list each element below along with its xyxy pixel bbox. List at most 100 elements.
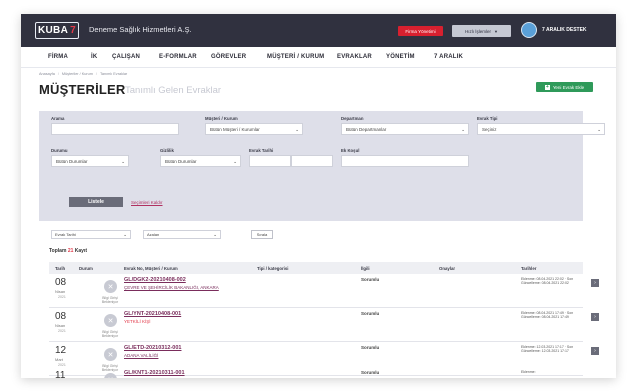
- row-detail-button[interactable]: ›: [591, 347, 599, 355]
- user-avatar[interactable]: [521, 22, 537, 38]
- breadcrumb-musteriler[interactable]: Müşteriler / Kurum: [62, 72, 93, 76]
- nav-item-gorevler[interactable]: GÖREVLER: [211, 54, 246, 60]
- durumu-select[interactable]: Bütün Durumlar ⌄: [51, 155, 129, 167]
- nav-item-7-aralik[interactable]: 7 ARALIK: [434, 54, 463, 60]
- row-doc-no-link[interactable]: GL/DGK2-20210408-002: [124, 277, 186, 283]
- row-ilgili: Sorumlu: [361, 277, 380, 282]
- total-count: Toplam 21 Kayıt: [49, 248, 87, 254]
- sort-order-select[interactable]: Azalan ⌄: [143, 230, 221, 239]
- row-status: Bilgi Girişi Bekleniyor: [101, 296, 119, 304]
- user-name[interactable]: 7 ARALIK DESTEK: [542, 27, 587, 33]
- hizli-islemler-button[interactable]: Hızlı İşlemler ▼: [452, 25, 511, 42]
- app-logo[interactable]: KUBA 7: [35, 22, 79, 39]
- durumu-select-value: Bütün Durumlar: [56, 158, 88, 164]
- app-window: KUBA 7 Deneme Sağlık Hizmetleri A.Ş. Firm…: [21, 14, 616, 378]
- row-year: 2021: [58, 363, 66, 367]
- row-detail-button[interactable]: ›: [591, 313, 599, 321]
- evrak-tarihi-start-input[interactable]: [249, 155, 291, 167]
- breadcrumb-separator: /: [95, 72, 97, 76]
- row-detail-button[interactable]: ›: [591, 279, 599, 287]
- row-month: Mart: [55, 357, 63, 362]
- row-day: 11: [55, 370, 66, 378]
- breadcrumb: Anasayfa / Müşteriler / Kurum / Tanımlı …: [39, 72, 127, 76]
- table-row[interactable]: 08 Nisan 2021 ✕ Bilgi Girişi Bekleniyor …: [49, 310, 599, 342]
- search-input[interactable]: [51, 123, 179, 135]
- row-doc-no-link[interactable]: GL/YNT-20210408-001: [124, 311, 181, 317]
- evrak-tipi-select[interactable]: Seçiniz ⌄: [477, 123, 605, 135]
- hizli-islemler-label: Hızlı İşlemler: [465, 28, 492, 34]
- row-org-link[interactable]: ÇEVRE VE ŞEHİRCİLİK BAKANLIĞI, ANKARA: [124, 285, 219, 290]
- musteri-select[interactable]: Bütün Müşteri / Kurumlar ⌄: [205, 123, 303, 135]
- nav-item-e-formlar[interactable]: E-FORMLAR: [159, 54, 197, 60]
- chevron-down-icon: ⌄: [123, 232, 127, 237]
- column-header-onaylar: Onaylar: [439, 266, 456, 271]
- gizlilik-select-value: Bütün Durumlar: [165, 158, 197, 164]
- plus-icon: +: [544, 83, 550, 90]
- top-bar: KUBA 7 Deneme Sağlık Hizmetleri A.Ş. Firm…: [21, 14, 616, 47]
- row-org-link[interactable]: ADANA VALİLİĞİ: [124, 353, 158, 358]
- row-dates: Eklenme:: [521, 370, 536, 374]
- nav-item-musteri-kurum[interactable]: MÜŞTERİ / KURUM: [267, 54, 324, 60]
- sort-order-value: Azalan: [147, 232, 160, 237]
- gizlilik-label: Gizlilik: [160, 148, 174, 153]
- table-header: Tarih Durum Evrak No, Müşteri / Kurum Ti…: [49, 262, 583, 274]
- column-header-evrak-no: Evrak No, Müşteri / Kurum: [124, 266, 178, 271]
- row-doc-no-link[interactable]: GL/KNT1-20210311-001: [124, 370, 185, 376]
- page-title: MÜŞTERİLER: [39, 82, 126, 97]
- sort-field-value: Evrak Tarihi: [55, 232, 76, 237]
- breadcrumb-separator: /: [57, 72, 59, 76]
- table-row[interactable]: 08 Nisan 2021 ✕ Bilgi Girişi Bekleniyor …: [49, 276, 599, 308]
- ek-kosul-input[interactable]: [341, 155, 469, 167]
- company-name: Deneme Sağlık Hizmetleri A.Ş.: [89, 25, 192, 34]
- total-suffix: Kayıt: [74, 248, 87, 254]
- chevron-right-icon: ›: [594, 280, 596, 286]
- breadcrumb-current: Tanımlı Evraklar: [99, 72, 128, 76]
- page-subtitle: Tanımlı Gelen Evraklar: [125, 85, 222, 96]
- clear-selections-link[interactable]: Seçimleri Kaldır: [131, 200, 163, 205]
- status-x-icon: ✕: [104, 348, 117, 361]
- row-dates: Eklenme: 12.03.2021 17:17 · Son Güncelle…: [521, 345, 574, 354]
- nav-item-calisan[interactable]: ÇALIŞAN: [112, 54, 140, 60]
- row-year: 2021: [58, 329, 66, 333]
- musteri-select-value: Bütün Müşteri / Kurumlar: [210, 126, 260, 132]
- chevron-right-icon: ›: [594, 314, 596, 320]
- row-year: 2021: [58, 295, 66, 299]
- row-dates: Eklenme: 08.04.2021 22:02 · Son Güncelle…: [521, 277, 574, 286]
- sort-button[interactable]: Sırala: [251, 230, 273, 239]
- chevron-down-icon: ⌄: [213, 232, 217, 237]
- nav-item-firma[interactable]: FİRMA: [48, 54, 68, 60]
- musteri-label: Müşteri / Kurum: [205, 116, 238, 121]
- chevron-down-icon: ⌄: [597, 127, 601, 132]
- row-ilgili: Sorumlu: [361, 370, 380, 375]
- row-ilgili: Sorumlu: [361, 345, 380, 350]
- gizlilik-select[interactable]: Bütün Durumlar ⌄: [160, 155, 241, 167]
- status-x-icon: ✕: [104, 373, 117, 378]
- row-dates: Eklenme: 08.04.2021 17:49 · Son Güncelle…: [521, 311, 574, 320]
- sort-field-select[interactable]: Evrak Tarihi ⌄: [51, 230, 131, 239]
- ek-kosul-label: Ek Koşul: [341, 148, 360, 153]
- row-doc-no-link[interactable]: GL/ETD-20210312-001: [124, 345, 181, 351]
- table-row[interactable]: 11 ✕ GL/KNT1-20210311-001 Sorumlu Eklenm…: [49, 369, 583, 378]
- nav-item-evraklar[interactable]: EVRAKLAR: [337, 54, 372, 60]
- firma-yonetimi-button[interactable]: Firma Yönetimi: [398, 26, 443, 36]
- nav-item-yonetim[interactable]: YÖNETİM: [386, 54, 415, 60]
- evrak-tipi-select-value: Seçiniz: [482, 126, 497, 132]
- chevron-right-icon: ›: [594, 348, 596, 354]
- total-prefix: Toplam: [49, 248, 67, 254]
- evrak-tarihi-end-input[interactable]: [291, 155, 333, 167]
- departman-select-value: Bütün Departmanlar: [346, 126, 387, 132]
- nav-item-ik[interactable]: İK: [91, 54, 97, 60]
- new-document-button[interactable]: + Yeni Evrak Ekle: [536, 82, 593, 92]
- listele-button[interactable]: Listele: [69, 197, 123, 207]
- evrak-tarihi-label: Evrak Tarihi: [249, 148, 274, 153]
- departman-select[interactable]: Bütün Departmanlar ⌄: [341, 123, 469, 135]
- column-header-tarih: Tarih: [55, 266, 66, 271]
- column-header-tarihler: Tarihler: [521, 266, 537, 271]
- breadcrumb-home[interactable]: Anasayfa: [39, 72, 55, 76]
- caret-down-icon: ▼: [494, 28, 498, 34]
- logo-number: 7: [70, 25, 76, 36]
- column-header-tipi: Tipi / kategorisi: [257, 266, 289, 271]
- chevron-down-icon: ⌄: [295, 127, 299, 132]
- row-status: Bilgi Girişi Bekleniyor: [101, 330, 119, 338]
- main-nav: FİRMA İK ÇALIŞAN E-FORMLAR GÖREVLER MÜŞT…: [21, 47, 616, 68]
